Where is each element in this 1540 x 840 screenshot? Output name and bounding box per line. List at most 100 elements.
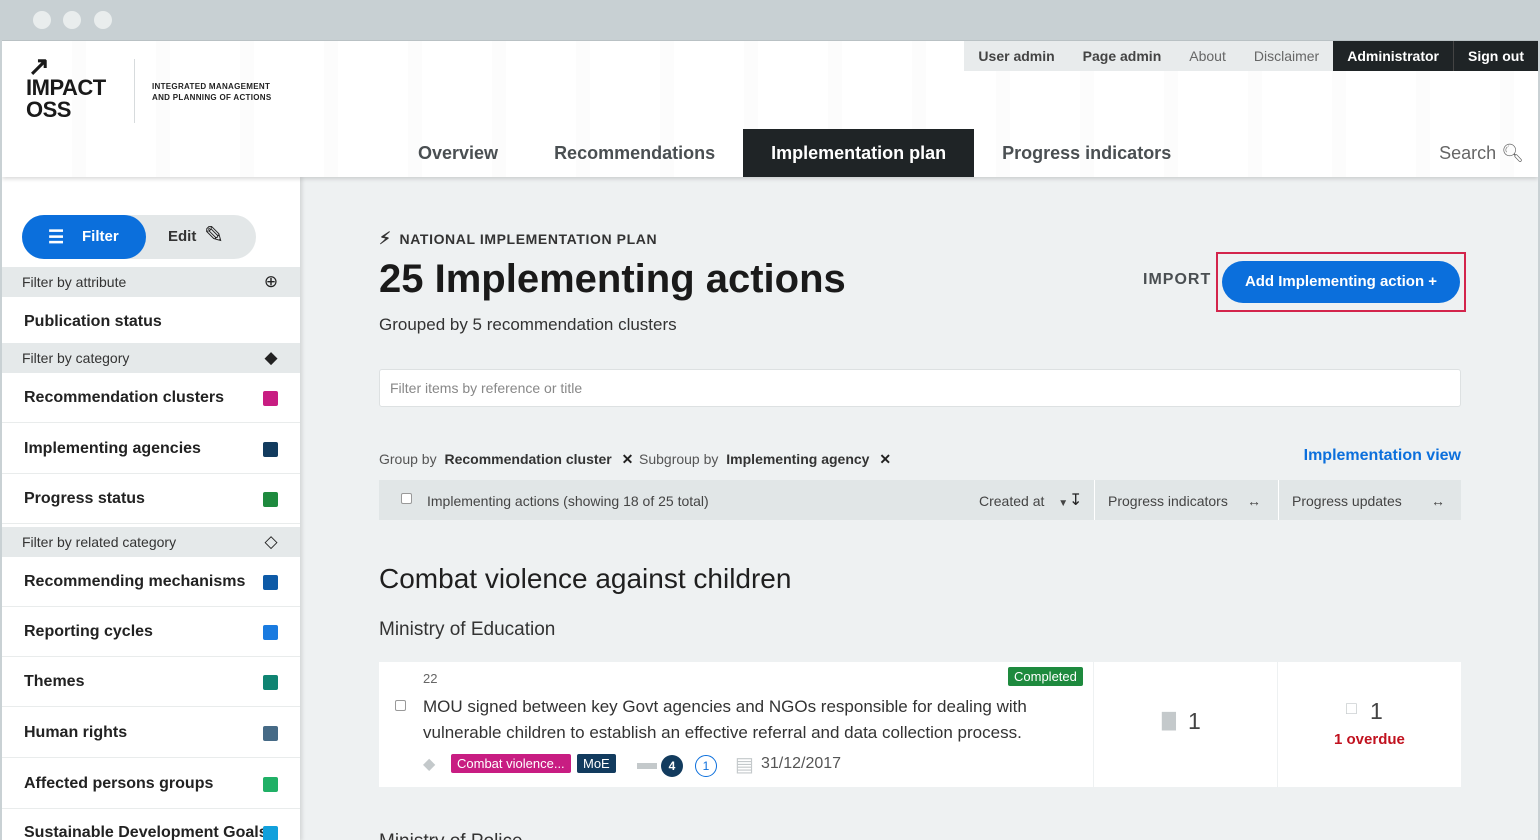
tab-overview[interactable]: Overview bbox=[390, 129, 526, 177]
sidebar-item-publication-status[interactable]: Publication status bbox=[2, 297, 300, 347]
tab-recommendations[interactable]: Recommendations bbox=[526, 129, 743, 177]
topnav-page-admin[interactable]: Page admin bbox=[1068, 41, 1176, 71]
topnav-administrator[interactable]: Administrator bbox=[1333, 41, 1453, 71]
sidebar-item-label: Human rights bbox=[24, 724, 128, 741]
main-nav: Overview Recommendations Implementation … bbox=[390, 129, 1199, 177]
topnav-about[interactable]: About bbox=[1175, 41, 1240, 71]
subgroup-by-control: Subgroup by Implementing agency ✕ bbox=[639, 451, 891, 468]
filter-toggle-button[interactable]: ☰ Filter bbox=[22, 215, 146, 259]
cluster-heading: Combat violence against children bbox=[379, 563, 792, 594]
progress-indicators-cell[interactable]: ▇ 1 bbox=[1093, 662, 1277, 787]
connection-count-badge-outline[interactable]: 1 bbox=[695, 755, 717, 777]
sidebar-section-attribute: Filter by attribute ⊕ bbox=[2, 267, 300, 297]
expand-arrows-icon[interactable]: ↔ bbox=[1431, 493, 1445, 509]
col-header-label: Progress updates bbox=[1292, 493, 1402, 509]
overdue-label: 1 overdue bbox=[1334, 731, 1405, 748]
row-reference: 22 bbox=[423, 671, 438, 686]
import-button[interactable]: IMPORT bbox=[1143, 271, 1211, 289]
window-close-dot[interactable] bbox=[33, 11, 51, 29]
subgroup-by-value[interactable]: Implementing agency bbox=[726, 451, 869, 467]
sidebar-item-label: Publication status bbox=[24, 313, 162, 330]
sidebar-item-implementing-agencies[interactable]: Implementing agencies bbox=[2, 424, 300, 474]
color-swatch bbox=[263, 726, 278, 741]
agency-heading: Ministry of Police bbox=[379, 831, 523, 840]
sidebar-item-themes[interactable]: Themes bbox=[2, 657, 300, 707]
sidebar-item-label: Affected persons groups bbox=[24, 775, 214, 792]
sidebar-item-recommendation-clusters[interactable]: Recommendation clusters bbox=[2, 373, 300, 423]
search-label: Search bbox=[1439, 143, 1497, 163]
section-title: Filter by related category bbox=[22, 534, 177, 550]
color-swatch bbox=[263, 391, 278, 406]
agency-heading: Ministry of Education bbox=[379, 619, 556, 640]
edit-toggle-button[interactable]: Edit bbox=[168, 228, 196, 245]
sidebar-item-sdgs[interactable]: Sustainable Development Goals bbox=[2, 808, 300, 840]
filter-edit-toggle: ☰ Filter Edit ✎ bbox=[22, 215, 256, 259]
document-icon: □ bbox=[1346, 698, 1357, 718]
logo-divider bbox=[134, 59, 135, 123]
search-link[interactable]: Search 🔍︎ bbox=[1439, 143, 1524, 164]
col-progress-indicators: Progress indicators ↔ bbox=[1094, 480, 1278, 520]
sidebar-item-reporting-cycles[interactable]: Reporting cycles bbox=[2, 607, 300, 657]
top-nav: User admin Page admin About Disclaimer A… bbox=[964, 41, 1538, 71]
add-implementing-action-button[interactable]: Add Implementing action + bbox=[1222, 261, 1460, 303]
sort-order-icon[interactable]: ↧ bbox=[1069, 490, 1082, 510]
tab-implementation-plan[interactable]: Implementation plan bbox=[743, 129, 975, 177]
section-title: Filter by category bbox=[22, 350, 130, 366]
connection-count-badge[interactable]: 4 bbox=[661, 755, 683, 777]
color-swatch bbox=[263, 826, 278, 840]
cluster-tag[interactable]: Combat violence... bbox=[451, 754, 571, 773]
color-swatch bbox=[263, 492, 278, 507]
sidebar-section-related-category: Filter by related category ◇ bbox=[2, 527, 300, 557]
table-row[interactable]: 22 Completed MOU signed between key Govt… bbox=[379, 662, 1461, 787]
window-maximize-dot[interactable] bbox=[94, 11, 112, 29]
row-title[interactable]: MOU signed between key Govt agencies and… bbox=[423, 694, 1083, 746]
add-circle-icon[interactable]: ⊕ bbox=[262, 273, 280, 291]
sidebar-section-category: Filter by category ◆ bbox=[2, 343, 300, 373]
select-all-checkbox[interactable] bbox=[401, 493, 412, 504]
progress-updates-cell[interactable]: □ 1 1 overdue bbox=[1277, 662, 1461, 787]
sidebar: ☰ Filter Edit ✎ Filter by attribute ⊕ Pu… bbox=[2, 177, 300, 840]
implementation-view-link[interactable]: Implementation view bbox=[1304, 447, 1461, 465]
topnav-sign-out[interactable]: Sign out bbox=[1453, 41, 1538, 71]
main-content: ⚡︎ NATIONAL IMPLEMENTATION PLAN 25 Implem… bbox=[379, 177, 1466, 840]
topnav-disclaimer[interactable]: Disclaimer bbox=[1239, 41, 1334, 71]
caret-down-icon: ▼ bbox=[1058, 498, 1069, 509]
sidebar-item-human-rights[interactable]: Human rights bbox=[2, 708, 300, 758]
tag-icon: ◆ bbox=[423, 756, 436, 773]
group-by-label: Group by bbox=[379, 451, 437, 467]
sidebar-item-affected-persons-groups[interactable]: Affected persons groups bbox=[2, 759, 300, 809]
expand-arrows-icon[interactable]: ↔ bbox=[1247, 493, 1261, 509]
row-date: 31/12/2017 bbox=[761, 755, 842, 772]
sort-by-select[interactable]: Created at ▼ bbox=[979, 493, 1068, 509]
agency-tag[interactable]: MoE bbox=[577, 754, 616, 773]
sidebar-item-recommending-mechanisms[interactable]: Recommending mechanisms bbox=[2, 557, 300, 607]
group-by-value[interactable]: Recommendation cluster bbox=[444, 451, 611, 467]
row-checkbox[interactable] bbox=[395, 700, 406, 711]
lightning-icon: ⚡︎ bbox=[379, 229, 392, 248]
sidebar-item-label: Reporting cycles bbox=[24, 623, 153, 640]
updates-count: 1 bbox=[1370, 698, 1383, 724]
tab-progress-indicators[interactable]: Progress indicators bbox=[974, 129, 1199, 177]
app-window: ↗ IMPACT OSS INTEGRATED MANAGEMENT AND P… bbox=[2, 40, 1538, 840]
color-swatch bbox=[263, 575, 278, 590]
window-minimize-dot[interactable] bbox=[63, 11, 81, 29]
comment-icon: ▬ bbox=[637, 752, 657, 774]
site-header: ↗ IMPACT OSS INTEGRATED MANAGEMENT AND P… bbox=[2, 41, 1538, 177]
close-icon[interactable]: ✕ bbox=[879, 451, 891, 467]
close-icon[interactable]: ✕ bbox=[622, 451, 634, 467]
sidebar-item-label: Themes bbox=[24, 673, 85, 690]
sliders-icon: ☰ bbox=[48, 227, 65, 247]
sidebar-item-label: Recommending mechanisms bbox=[24, 573, 246, 590]
sidebar-item-progress-status[interactable]: Progress status bbox=[2, 474, 300, 524]
search-input[interactable]: Filter items by reference or title bbox=[379, 369, 1461, 407]
topnav-user-admin[interactable]: User admin bbox=[964, 41, 1069, 71]
subgroup-by-label: Subgroup by bbox=[639, 451, 719, 467]
color-swatch bbox=[263, 625, 278, 640]
sidebar-item-label: Recommendation clusters bbox=[24, 389, 225, 406]
sidebar-item-label: Sustainable Development Goals bbox=[24, 824, 268, 840]
calendar-icon: ▤ bbox=[735, 754, 754, 776]
page-subtitle: Grouped by 5 recommendation clusters bbox=[379, 315, 677, 334]
section-title: Filter by attribute bbox=[22, 274, 127, 290]
search-icon: 🔍︎ bbox=[1501, 143, 1524, 163]
logo-tagline: INTEGRATED MANAGEMENT AND PLANNING OF AC… bbox=[152, 82, 272, 102]
